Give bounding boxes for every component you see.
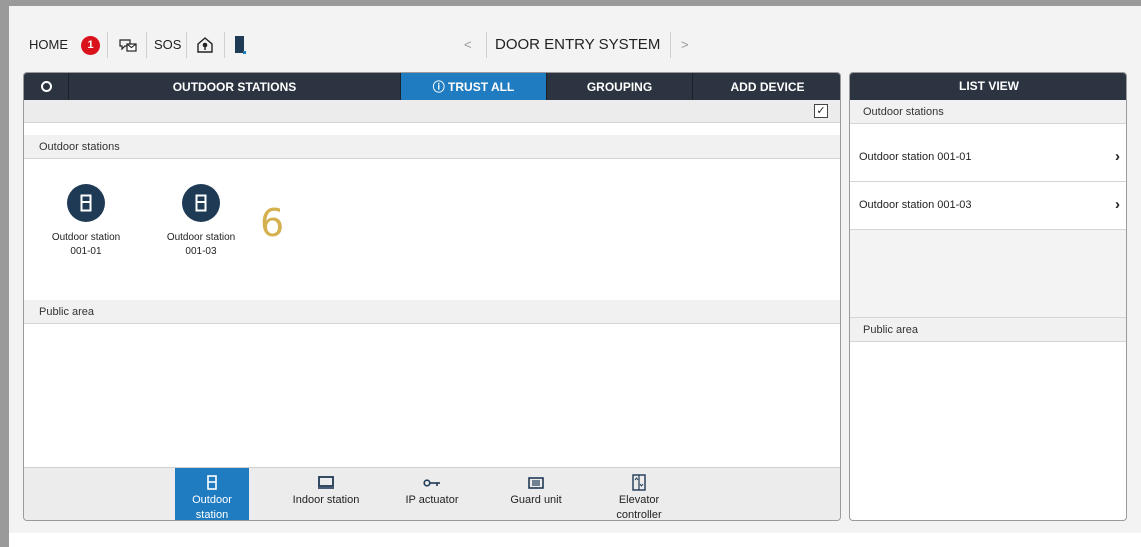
list-item-outdoor-station-001-01[interactable]: Outdoor station 001-01 › <box>850 134 1126 182</box>
guard-unit-icon <box>499 474 573 491</box>
list-view-panel: LIST VIEW Outdoor stations Outdoor stati… <box>849 72 1127 521</box>
outdoor-station-icon <box>67 184 105 222</box>
message-icon[interactable] <box>115 34 141 56</box>
door-icon[interactable] <box>231 34 249 56</box>
list-item-label: Outdoor station 001-01 <box>859 151 972 163</box>
device-type-label: Guard unit <box>510 494 562 506</box>
tab-grouping[interactable]: GROUPING <box>547 73 693 100</box>
home-alarm-icon[interactable] <box>193 34 217 56</box>
section-header-public: Public area <box>24 300 840 324</box>
device-type-bar: Outdoor station Indoor station IP actuat… <box>24 467 840 521</box>
list-empty-space <box>850 230 1126 318</box>
divider <box>107 32 108 58</box>
device-panel: OUTDOOR STATIONS ⓘ TRUST ALL GROUPING AD… <box>23 72 841 521</box>
device-type-guard-unit[interactable]: Guard unit <box>499 468 573 520</box>
toolbar: ✓ <box>24 100 840 123</box>
key-icon <box>395 474 469 491</box>
divider <box>224 32 225 58</box>
circle-icon <box>40 81 52 92</box>
device-type-label: controller <box>616 509 662 521</box>
device-outdoor-station-001-03[interactable]: Outdoor station 001-03 <box>151 184 251 259</box>
outdoor-station-icon <box>175 474 249 491</box>
status-toggle[interactable] <box>24 73 69 100</box>
page-title: DOOR ENTRY SYSTEM <box>495 36 661 53</box>
device-type-label: IP actuator <box>405 494 459 506</box>
tab-trust-all[interactable]: ⓘ TRUST ALL <box>401 73 547 100</box>
device-label: Outdoor station <box>51 232 121 243</box>
outdoor-station-icon <box>182 184 220 222</box>
divider <box>670 32 671 58</box>
device-type-label: Elevator <box>618 494 660 506</box>
device-type-outdoor-station[interactable]: Outdoor station <box>175 468 249 521</box>
app-root: HOME 1 SOS < DOOR ENTRY SYSTEM > OUTDOOR… <box>9 6 1141 533</box>
device-outdoor-station-001-01[interactable]: Outdoor station 001-01 <box>36 184 136 259</box>
alarm-count-badge[interactable]: 1 <box>81 36 100 55</box>
indoor-station-icon <box>289 474 363 491</box>
bottom-strip <box>9 533 1141 547</box>
elevator-icon <box>602 474 676 491</box>
device-type-ip-actuator[interactable]: IP actuator <box>395 468 469 520</box>
previous-page-button[interactable]: < <box>464 37 472 52</box>
outdoor-stations-area: Outdoor station 001-01 Outdoor station 001… <box>24 159 840 300</box>
device-id: 001-01 <box>70 246 102 257</box>
tab-add-device[interactable]: ADD DEVICE <box>693 73 840 100</box>
tab-bar: OUTDOOR STATIONS ⓘ TRUST ALL GROUPING AD… <box>24 73 840 100</box>
device-type-label: Indoor station <box>292 494 360 506</box>
divider <box>146 32 147 58</box>
device-label: Outdoor station <box>166 232 236 243</box>
select-all-checkbox[interactable]: ✓ <box>814 104 828 118</box>
device-type-elevator-controller[interactable]: Elevator controller <box>602 468 676 521</box>
next-page-button[interactable]: > <box>681 37 689 52</box>
device-id: 001-03 <box>185 246 217 257</box>
list-section-outdoor: Outdoor stations <box>850 100 1126 124</box>
list-section-public: Public area <box>850 318 1126 342</box>
tab-outdoor-stations[interactable]: OUTDOOR STATIONS <box>69 73 401 100</box>
list-view-title: LIST VIEW <box>850 73 1126 100</box>
chevron-right-icon: › <box>1115 196 1120 213</box>
chevron-right-icon: › <box>1115 148 1120 165</box>
section-header-outdoor: Outdoor stations <box>24 135 840 159</box>
divider <box>486 32 487 58</box>
sos-button[interactable]: SOS <box>154 37 181 52</box>
device-type-label: Outdoor station <box>192 494 232 521</box>
top-bar: HOME 1 SOS < DOOR ENTRY SYSTEM > <box>9 6 1141 74</box>
list-item-outdoor-station-001-03[interactable]: Outdoor station 001-03 › <box>850 182 1126 230</box>
device-type-indoor-station[interactable]: Indoor station <box>289 468 363 520</box>
divider <box>186 32 187 58</box>
list-item-label: Outdoor station 001-03 <box>859 199 972 211</box>
annotation-number: 6 <box>260 201 285 245</box>
public-area <box>24 324 840 467</box>
home-button[interactable]: HOME <box>29 37 68 52</box>
